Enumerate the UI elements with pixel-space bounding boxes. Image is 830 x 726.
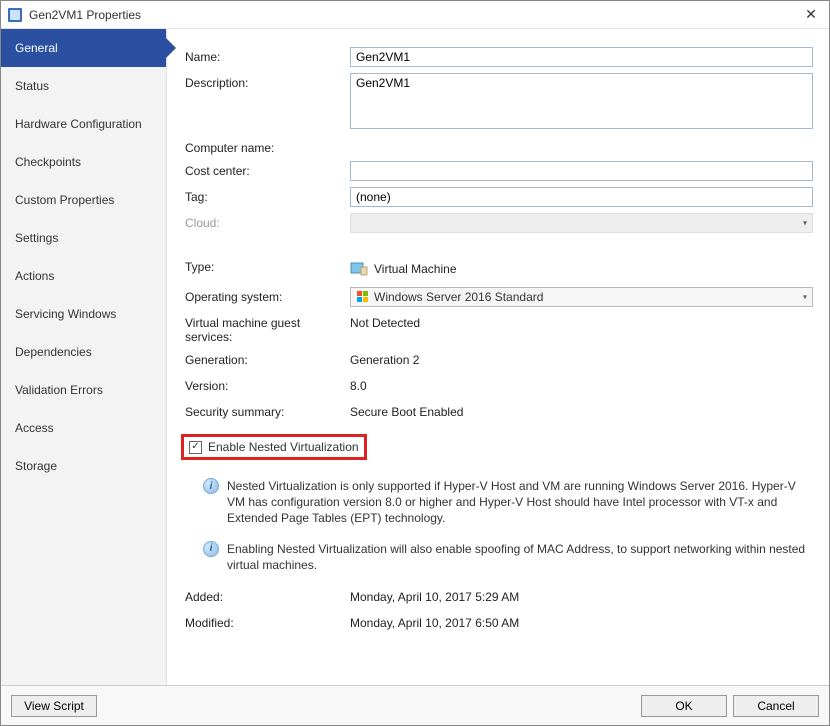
app-icon	[7, 7, 23, 23]
guest-services-value: Not Detected	[350, 313, 813, 333]
sidebar: General Status Hardware Configuration Ch…	[1, 29, 167, 685]
label-guest-services: Virtual machine guest services:	[185, 313, 350, 344]
ok-button[interactable]: OK	[641, 695, 727, 717]
sidebar-item-label: Actions	[15, 269, 54, 283]
windows-icon	[357, 291, 369, 303]
chevron-down-icon: ▾	[803, 293, 807, 302]
label-security: Security summary:	[185, 402, 350, 419]
name-input[interactable]	[350, 47, 813, 67]
sidebar-item-label: Checkpoints	[15, 155, 81, 169]
os-dropdown[interactable]: Windows Server 2016 Standard ▾	[350, 287, 813, 307]
sidebar-item-label: Storage	[15, 459, 57, 473]
sidebar-item-status[interactable]: Status	[1, 67, 166, 105]
label-os: Operating system:	[185, 287, 350, 304]
sidebar-item-checkpoints[interactable]: Checkpoints	[1, 143, 166, 181]
sidebar-item-servicing-windows[interactable]: Servicing Windows	[1, 295, 166, 333]
sidebar-item-label: Custom Properties	[15, 193, 114, 207]
cloud-dropdown: ▾	[350, 213, 813, 233]
sidebar-item-hardware-configuration[interactable]: Hardware Configuration	[1, 105, 166, 143]
sidebar-item-label: General	[15, 41, 58, 55]
close-icon[interactable]: ✕	[799, 3, 823, 27]
sidebar-item-label: Servicing Windows	[15, 307, 116, 321]
computer-name-value	[350, 138, 813, 144]
sidebar-item-custom-properties[interactable]: Custom Properties	[1, 181, 166, 219]
info-text-2: Enabling Nested Virtualization will also…	[227, 541, 809, 573]
info-text-1: Nested Virtualization is only supported …	[227, 478, 809, 527]
label-name: Name:	[185, 47, 350, 64]
added-value: Monday, April 10, 2017 5:29 AM	[350, 587, 813, 607]
checkbox-icon: ✓	[189, 441, 202, 454]
label-computer-name: Computer name:	[185, 138, 350, 155]
sidebar-item-settings[interactable]: Settings	[1, 219, 166, 257]
chevron-down-icon: ▾	[803, 219, 807, 228]
sidebar-item-label: Status	[15, 79, 49, 93]
sidebar-item-label: Dependencies	[15, 345, 92, 359]
label-generation: Generation:	[185, 350, 350, 367]
version-value: 8.0	[350, 376, 813, 396]
generation-value: Generation 2	[350, 350, 813, 370]
modified-value: Monday, April 10, 2017 6:50 AM	[350, 613, 813, 633]
vm-icon	[350, 260, 368, 278]
sidebar-item-label: Hardware Configuration	[15, 117, 142, 131]
tag-input[interactable]	[350, 187, 813, 207]
label-version: Version:	[185, 376, 350, 393]
sidebar-item-label: Access	[15, 421, 54, 435]
label-modified: Modified:	[185, 613, 350, 630]
sidebar-item-actions[interactable]: Actions	[1, 257, 166, 295]
label-type: Type:	[185, 257, 350, 274]
sidebar-item-dependencies[interactable]: Dependencies	[1, 333, 166, 371]
content-pane: Name: Description: Computer name: Cost c…	[167, 29, 829, 685]
security-value: Secure Boot Enabled	[350, 402, 813, 422]
sidebar-item-access[interactable]: Access	[1, 409, 166, 447]
sidebar-item-general[interactable]: General	[1, 29, 166, 67]
view-script-button[interactable]: View Script	[11, 695, 97, 717]
sidebar-item-storage[interactable]: Storage	[1, 447, 166, 485]
sidebar-item-validation-errors[interactable]: Validation Errors	[1, 371, 166, 409]
cost-center-input[interactable]	[350, 161, 813, 181]
type-value: Virtual Machine	[374, 262, 457, 276]
label-tag: Tag:	[185, 187, 350, 204]
os-value: Windows Server 2016 Standard	[374, 290, 543, 304]
label-cost-center: Cost center:	[185, 161, 350, 178]
label-cloud: Cloud:	[185, 213, 350, 230]
nested-virtualization-checkbox-row[interactable]: ✓ Enable Nested Virtualization	[189, 440, 359, 454]
info-icon: i	[203, 541, 219, 557]
label-added: Added:	[185, 587, 350, 604]
sidebar-item-label: Settings	[15, 231, 58, 245]
label-description: Description:	[185, 73, 350, 90]
description-input[interactable]	[350, 73, 813, 129]
highlight-box: ✓ Enable Nested Virtualization	[181, 434, 367, 460]
titlebar: Gen2VM1 Properties ✕	[1, 1, 829, 29]
checkbox-label: Enable Nested Virtualization	[208, 440, 359, 454]
cancel-button[interactable]: Cancel	[733, 695, 819, 717]
sidebar-item-label: Validation Errors	[15, 383, 103, 397]
footer: View Script OK Cancel	[1, 685, 829, 725]
info-icon: i	[203, 478, 219, 494]
window-title: Gen2VM1 Properties	[29, 8, 799, 22]
